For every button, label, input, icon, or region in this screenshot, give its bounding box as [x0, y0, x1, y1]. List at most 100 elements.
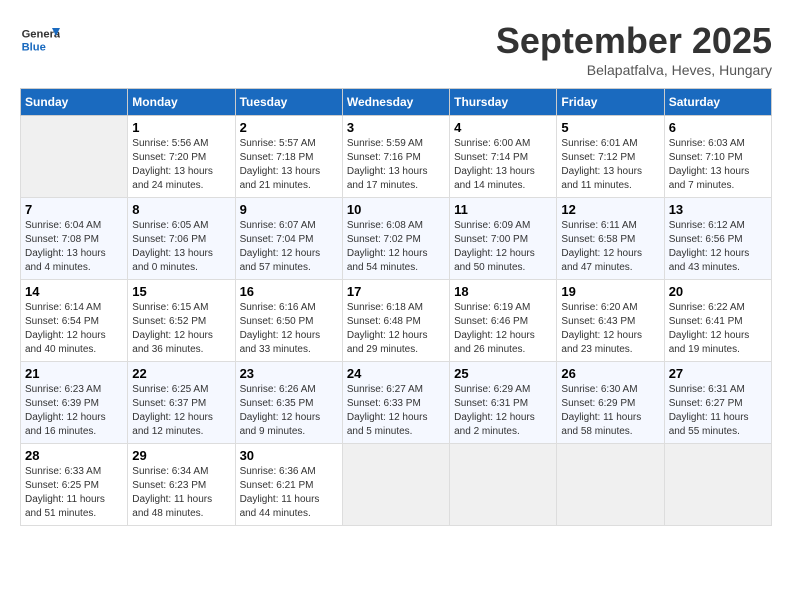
sunset-label: Sunset: 7:00 PM	[454, 234, 528, 245]
calendar-cell: 21 Sunrise: 6:23 AM Sunset: 6:39 PM Dayl…	[21, 362, 128, 444]
daylight-label: Daylight: 12 hours and 12 minutes.	[132, 412, 213, 437]
day-number: 17	[347, 284, 445, 299]
daylight-label: Daylight: 12 hours and 23 minutes.	[561, 330, 642, 355]
day-number: 26	[561, 366, 659, 381]
weekday-header-saturday: Saturday	[664, 89, 771, 116]
calendar-cell	[342, 444, 449, 526]
daylight-label: Daylight: 12 hours and 54 minutes.	[347, 248, 428, 273]
daylight-label: Daylight: 12 hours and 16 minutes.	[25, 412, 106, 437]
day-info: Sunrise: 6:16 AM Sunset: 6:50 PM Dayligh…	[240, 301, 338, 357]
sunset-label: Sunset: 7:16 PM	[347, 152, 421, 163]
day-info: Sunrise: 6:33 AM Sunset: 6:25 PM Dayligh…	[25, 465, 123, 521]
sunrise-label: Sunrise: 6:30 AM	[561, 384, 637, 395]
calendar-cell: 30 Sunrise: 6:36 AM Sunset: 6:21 PM Dayl…	[235, 444, 342, 526]
calendar-cell: 19 Sunrise: 6:20 AM Sunset: 6:43 PM Dayl…	[557, 280, 664, 362]
day-number: 18	[454, 284, 552, 299]
weekday-header-wednesday: Wednesday	[342, 89, 449, 116]
daylight-label: Daylight: 12 hours and 47 minutes.	[561, 248, 642, 273]
sunrise-label: Sunrise: 6:31 AM	[669, 384, 745, 395]
weekday-header-tuesday: Tuesday	[235, 89, 342, 116]
calendar-cell: 3 Sunrise: 5:59 AM Sunset: 7:16 PM Dayli…	[342, 116, 449, 198]
daylight-label: Daylight: 12 hours and 36 minutes.	[132, 330, 213, 355]
sunrise-label: Sunrise: 5:56 AM	[132, 138, 208, 149]
calendar-cell: 2 Sunrise: 5:57 AM Sunset: 7:18 PM Dayli…	[235, 116, 342, 198]
day-number: 13	[669, 202, 767, 217]
day-info: Sunrise: 6:34 AM Sunset: 6:23 PM Dayligh…	[132, 465, 230, 521]
day-number: 10	[347, 202, 445, 217]
calendar-cell: 6 Sunrise: 6:03 AM Sunset: 7:10 PM Dayli…	[664, 116, 771, 198]
sunset-label: Sunset: 6:25 PM	[25, 480, 99, 491]
calendar-cell: 1 Sunrise: 5:56 AM Sunset: 7:20 PM Dayli…	[128, 116, 235, 198]
day-info: Sunrise: 6:05 AM Sunset: 7:06 PM Dayligh…	[132, 219, 230, 275]
sunset-label: Sunset: 7:20 PM	[132, 152, 206, 163]
sunset-label: Sunset: 7:04 PM	[240, 234, 314, 245]
weekday-header-monday: Monday	[128, 89, 235, 116]
daylight-label: Daylight: 12 hours and 50 minutes.	[454, 248, 535, 273]
day-info: Sunrise: 6:04 AM Sunset: 7:08 PM Dayligh…	[25, 219, 123, 275]
sunset-label: Sunset: 6:39 PM	[25, 398, 99, 409]
daylight-label: Daylight: 12 hours and 33 minutes.	[240, 330, 321, 355]
day-number: 20	[669, 284, 767, 299]
weekday-header-thursday: Thursday	[450, 89, 557, 116]
day-number: 6	[669, 120, 767, 135]
day-number: 30	[240, 448, 338, 463]
day-info: Sunrise: 6:29 AM Sunset: 6:31 PM Dayligh…	[454, 383, 552, 439]
day-info: Sunrise: 6:03 AM Sunset: 7:10 PM Dayligh…	[669, 137, 767, 193]
calendar-cell: 9 Sunrise: 6:07 AM Sunset: 7:04 PM Dayli…	[235, 198, 342, 280]
daylight-label: Daylight: 12 hours and 19 minutes.	[669, 330, 750, 355]
calendar-cell: 12 Sunrise: 6:11 AM Sunset: 6:58 PM Dayl…	[557, 198, 664, 280]
calendar-cell: 18 Sunrise: 6:19 AM Sunset: 6:46 PM Dayl…	[450, 280, 557, 362]
sunrise-label: Sunrise: 6:03 AM	[669, 138, 745, 149]
sunset-label: Sunset: 6:27 PM	[669, 398, 743, 409]
calendar-cell: 28 Sunrise: 6:33 AM Sunset: 6:25 PM Dayl…	[21, 444, 128, 526]
svg-text:Blue: Blue	[22, 41, 46, 53]
sunset-label: Sunset: 6:23 PM	[132, 480, 206, 491]
day-info: Sunrise: 6:11 AM Sunset: 6:58 PM Dayligh…	[561, 219, 659, 275]
sunrise-label: Sunrise: 6:22 AM	[669, 302, 745, 313]
calendar-cell: 13 Sunrise: 6:12 AM Sunset: 6:56 PM Dayl…	[664, 198, 771, 280]
sunrise-label: Sunrise: 6:26 AM	[240, 384, 316, 395]
calendar-cell: 23 Sunrise: 6:26 AM Sunset: 6:35 PM Dayl…	[235, 362, 342, 444]
sunset-label: Sunset: 6:48 PM	[347, 316, 421, 327]
day-number: 2	[240, 120, 338, 135]
sunrise-label: Sunrise: 6:18 AM	[347, 302, 423, 313]
day-number: 16	[240, 284, 338, 299]
day-number: 15	[132, 284, 230, 299]
day-info: Sunrise: 6:26 AM Sunset: 6:35 PM Dayligh…	[240, 383, 338, 439]
sunset-label: Sunset: 7:18 PM	[240, 152, 314, 163]
calendar-cell: 14 Sunrise: 6:14 AM Sunset: 6:54 PM Dayl…	[21, 280, 128, 362]
day-info: Sunrise: 6:09 AM Sunset: 7:00 PM Dayligh…	[454, 219, 552, 275]
day-number: 5	[561, 120, 659, 135]
sunrise-label: Sunrise: 6:20 AM	[561, 302, 637, 313]
calendar-cell: 4 Sunrise: 6:00 AM Sunset: 7:14 PM Dayli…	[450, 116, 557, 198]
day-info: Sunrise: 6:31 AM Sunset: 6:27 PM Dayligh…	[669, 383, 767, 439]
calendar-cell: 11 Sunrise: 6:09 AM Sunset: 7:00 PM Dayl…	[450, 198, 557, 280]
sunset-label: Sunset: 6:56 PM	[669, 234, 743, 245]
sunset-label: Sunset: 6:58 PM	[561, 234, 635, 245]
day-number: 22	[132, 366, 230, 381]
day-info: Sunrise: 5:56 AM Sunset: 7:20 PM Dayligh…	[132, 137, 230, 193]
sunrise-label: Sunrise: 5:57 AM	[240, 138, 316, 149]
calendar-cell: 17 Sunrise: 6:18 AM Sunset: 6:48 PM Dayl…	[342, 280, 449, 362]
day-info: Sunrise: 6:08 AM Sunset: 7:02 PM Dayligh…	[347, 219, 445, 275]
day-info: Sunrise: 6:19 AM Sunset: 6:46 PM Dayligh…	[454, 301, 552, 357]
daylight-label: Daylight: 11 hours and 55 minutes.	[669, 412, 749, 437]
daylight-label: Daylight: 11 hours and 44 minutes.	[240, 494, 320, 519]
day-number: 9	[240, 202, 338, 217]
sunset-label: Sunset: 6:31 PM	[454, 398, 528, 409]
day-info: Sunrise: 6:07 AM Sunset: 7:04 PM Dayligh…	[240, 219, 338, 275]
sunset-label: Sunset: 6:33 PM	[347, 398, 421, 409]
calendar-cell	[557, 444, 664, 526]
sunset-label: Sunset: 7:12 PM	[561, 152, 635, 163]
calendar-cell: 5 Sunrise: 6:01 AM Sunset: 7:12 PM Dayli…	[557, 116, 664, 198]
calendar-cell: 25 Sunrise: 6:29 AM Sunset: 6:31 PM Dayl…	[450, 362, 557, 444]
daylight-label: Daylight: 11 hours and 58 minutes.	[561, 412, 641, 437]
daylight-label: Daylight: 11 hours and 51 minutes.	[25, 494, 105, 519]
daylight-label: Daylight: 13 hours and 24 minutes.	[132, 166, 213, 191]
day-number: 25	[454, 366, 552, 381]
daylight-label: Daylight: 12 hours and 2 minutes.	[454, 412, 535, 437]
day-info: Sunrise: 6:15 AM Sunset: 6:52 PM Dayligh…	[132, 301, 230, 357]
sunrise-label: Sunrise: 6:12 AM	[669, 220, 745, 231]
sunset-label: Sunset: 7:08 PM	[25, 234, 99, 245]
sunset-label: Sunset: 6:41 PM	[669, 316, 743, 327]
